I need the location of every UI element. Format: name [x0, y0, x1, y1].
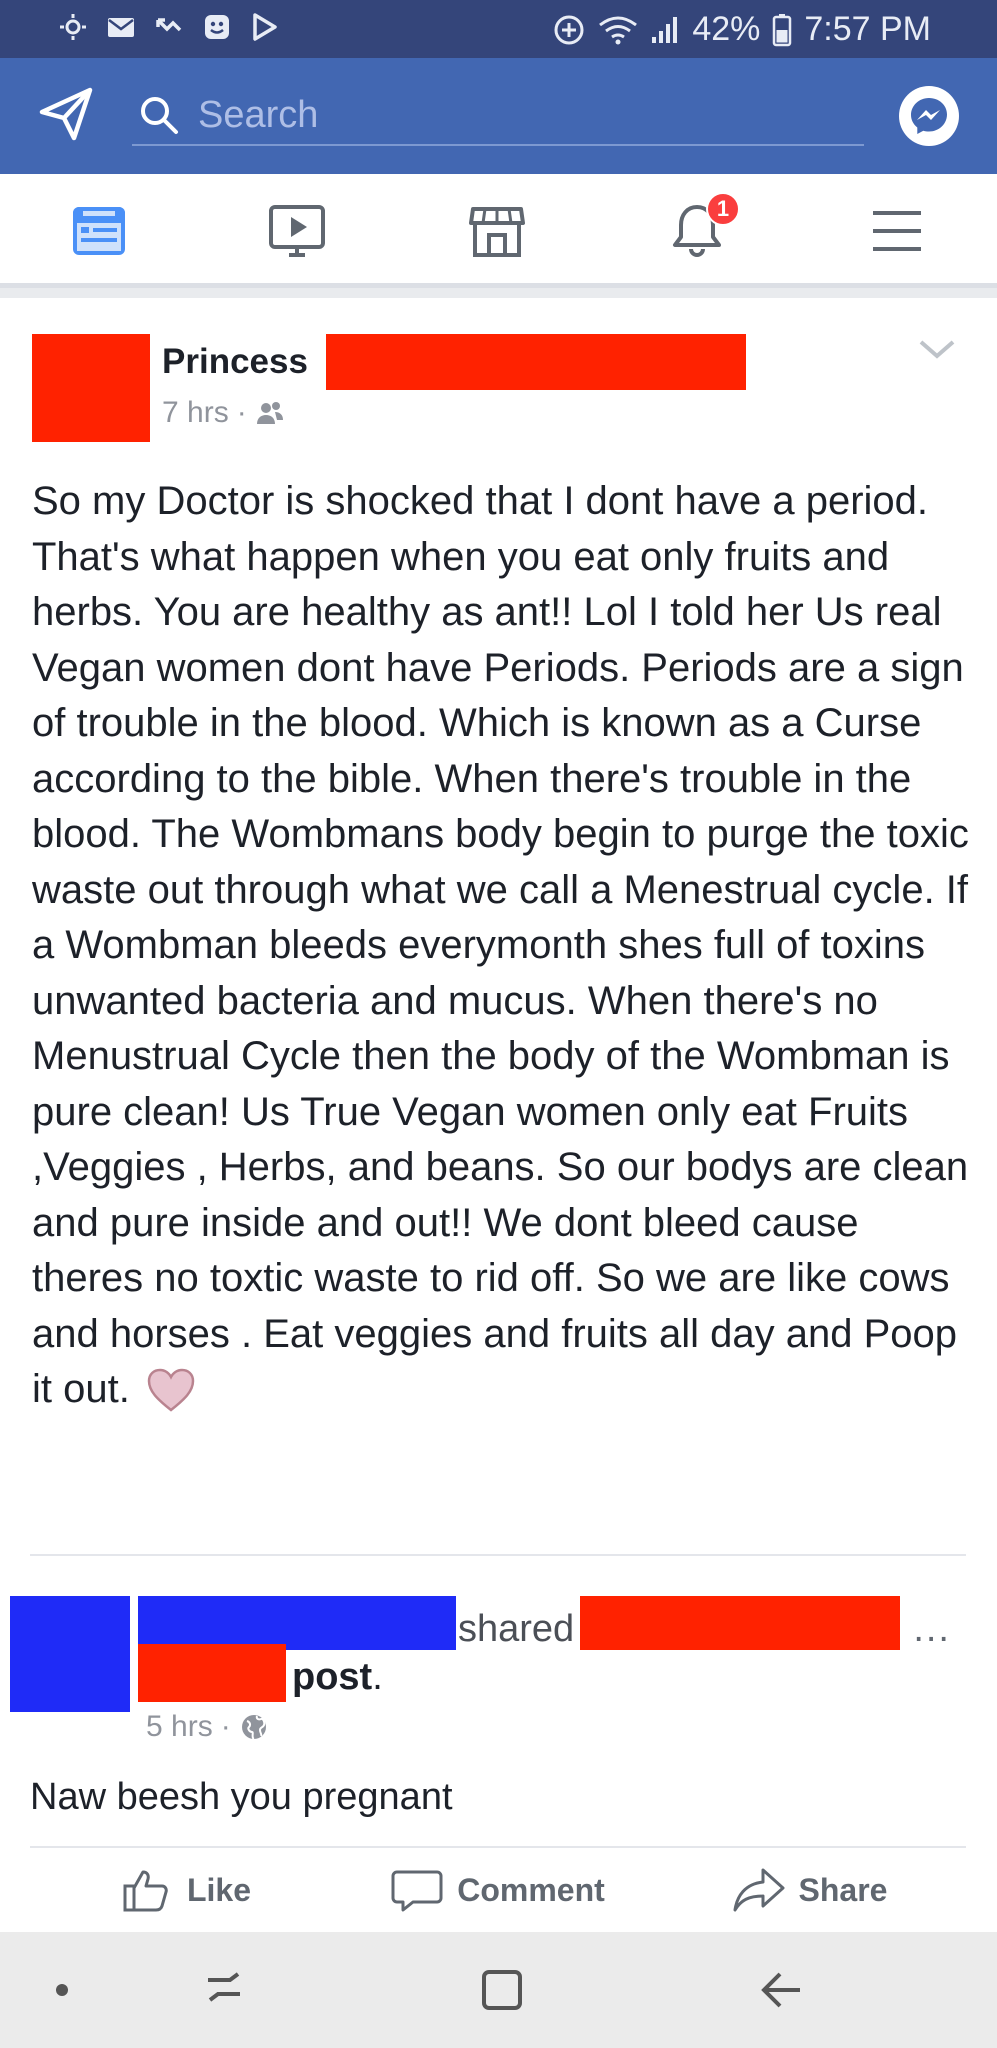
dot-indicator-icon [38, 1966, 86, 2014]
divider [30, 1554, 966, 1556]
mail-icon [106, 12, 136, 42]
notification-icons [58, 12, 280, 42]
missed-call-icon [154, 12, 184, 42]
share-arrow-icon [733, 1868, 785, 1912]
heart-emoji-icon [147, 1368, 195, 1412]
post-body: So my Doctor is shocked that I dont have… [32, 474, 972, 1418]
data-saver-icon [554, 15, 584, 44]
tab-bar: 1 [0, 174, 997, 288]
post-text: So my Doctor is shocked that I dont have… [32, 479, 969, 1411]
back-icon[interactable] [758, 1966, 806, 2014]
meta-separator: · [220, 1710, 231, 1743]
search-input[interactable] [198, 93, 798, 137]
post-link[interactable]: post. [292, 1656, 383, 1699]
tab-marketplace[interactable] [464, 198, 530, 264]
system-navigation-bar [0, 1932, 997, 2048]
period: . [372, 1656, 383, 1698]
news-feed-icon [73, 207, 125, 255]
tab-notifications[interactable]: 1 [664, 192, 740, 264]
recent-apps-icon[interactable] [200, 1966, 248, 2014]
comment-bubble-icon [391, 1870, 443, 1912]
home-icon[interactable] [478, 1966, 526, 2014]
clock: 7:57 PM [804, 10, 931, 48]
more-options-button[interactable]: ... [913, 1608, 951, 1651]
notification-badge: 1 [706, 192, 740, 226]
globe-icon [241, 1715, 266, 1740]
action-bar: Like Comment Share [30, 1846, 966, 1932]
meta-separator: · [236, 396, 247, 429]
tab-menu[interactable] [864, 198, 930, 264]
app-notification-icon [202, 12, 232, 42]
post-meta: 7 hrs · [162, 396, 285, 430]
messenger-icon[interactable] [899, 86, 959, 146]
redacted-original-author [580, 1596, 900, 1650]
redacted-author-surname [326, 334, 746, 390]
friends-icon [256, 402, 283, 424]
tab-news-feed[interactable] [66, 198, 132, 264]
like-button[interactable]: Like [30, 1848, 342, 1932]
system-status: 42% 7:57 PM [552, 10, 931, 49]
comment-label: Comment [457, 1871, 605, 1908]
status-bar: 42% 7:57 PM [0, 0, 997, 58]
send-icon[interactable] [38, 86, 94, 142]
thumbs-up-icon [123, 1870, 168, 1912]
tab-watch[interactable] [264, 198, 330, 264]
notification-icon [58, 12, 88, 42]
like-label: Like [186, 1871, 252, 1908]
redacted-author-possessive [138, 1644, 286, 1702]
redacted-sharer-name [138, 1596, 456, 1650]
shared-label: shared [458, 1608, 575, 1650]
signal-icon [652, 16, 678, 43]
watch-video-icon [269, 205, 325, 257]
search-header [0, 58, 997, 174]
share-caption: Naw beesh you pregnant [30, 1776, 453, 1818]
post-link-text[interactable]: post [292, 1656, 372, 1698]
search-bar[interactable] [132, 86, 864, 146]
play-store-icon [250, 12, 280, 42]
search-icon [141, 97, 178, 134]
share-button[interactable]: Share [654, 1848, 966, 1932]
author-name[interactable]: Princess [162, 342, 308, 382]
chevron-down-icon[interactable] [917, 334, 957, 364]
redacted-sharer-avatar [10, 1596, 130, 1712]
hamburger-menu-icon [873, 211, 921, 251]
share-card: shared ... post. 5 hrs · Naw beesh you p… [0, 1580, 997, 1932]
battery-icon [773, 13, 792, 46]
post-time[interactable]: 7 hrs [162, 396, 229, 430]
marketplace-icon [469, 207, 525, 257]
share-meta: 5 hrs · [146, 1710, 269, 1744]
share-label: Share [798, 1871, 888, 1908]
comment-button[interactable]: Comment [342, 1848, 654, 1932]
share-time[interactable]: 5 hrs [146, 1710, 213, 1744]
redacted-profile-picture [32, 334, 150, 442]
battery-percent: 42% [692, 10, 761, 48]
wifi-icon [599, 16, 638, 44]
post-card: Princess 7 hrs · So my Doctor is shocked… [0, 298, 997, 1580]
